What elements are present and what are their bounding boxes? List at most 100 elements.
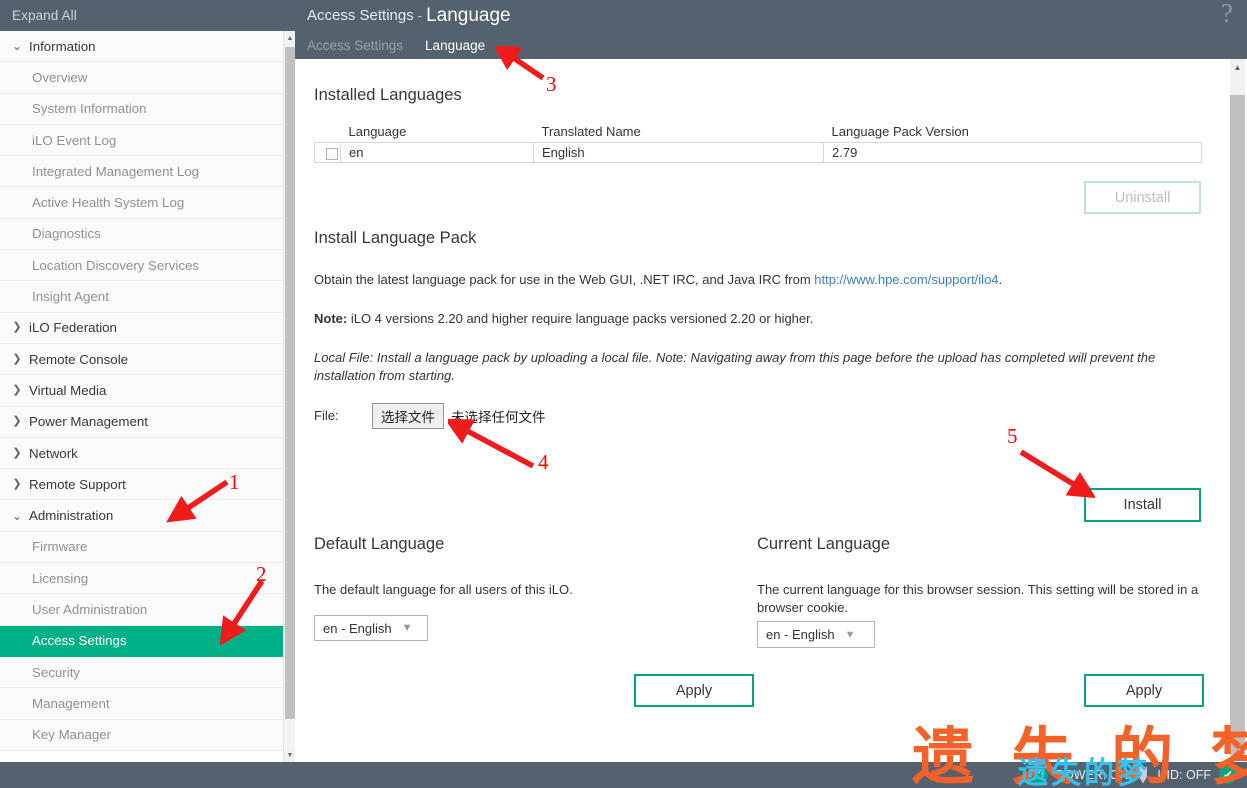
sidebar-item-label: System Information xyxy=(32,101,147,117)
content-wrapper: Installed Languages Language Translated … xyxy=(295,59,1247,762)
default-language-select-value: en - English xyxy=(323,620,392,636)
uninstall-button[interactable]: Uninstall xyxy=(1084,181,1201,214)
annotation-number-2: 2 xyxy=(256,562,267,586)
table-header-row: Language Translated Name Language Pack V… xyxy=(315,124,1202,143)
chevron-down-icon: ▼ xyxy=(844,628,856,641)
sidebar-item-power-management[interactable]: ❯ Power Management xyxy=(0,407,283,438)
sidebar-item-access-settings[interactable]: Access Settings xyxy=(0,625,283,657)
sidebar-item-location-discovery-services[interactable]: Location Discovery Services xyxy=(0,250,283,282)
content-scrollbar[interactable]: ▲ xyxy=(1228,59,1247,762)
local-file-label: Local File: xyxy=(314,350,374,365)
default-language-apply-button[interactable]: Apply xyxy=(634,674,754,707)
sidebar-item-security[interactable]: Security xyxy=(0,657,283,689)
current-language-description: The current language for this browser se… xyxy=(757,582,1199,615)
sidebar-nav-list: ⌄ Information Overview System Information iL… xyxy=(0,31,283,751)
sidebar-scrollbar[interactable]: ▲ ▼ xyxy=(283,31,296,762)
sidebar-item-integrated-management-log[interactable]: Integrated Management Log xyxy=(0,156,283,188)
sidebar-item-remote-console[interactable]: ❯ Remote Console xyxy=(0,344,283,376)
sidebar-item-label: Key Manager xyxy=(32,727,112,743)
sidebar-item-label: iLO Event Log xyxy=(32,132,117,148)
version-note: Note: iLO 4 versions 2.20 and higher req… xyxy=(314,310,1204,328)
obtain-language-pack-text: Obtain the latest language pack for use … xyxy=(314,271,1204,289)
sidebar: Expand All ⌄ Information Overview System In… xyxy=(0,0,296,762)
note-label: Note: xyxy=(314,311,348,326)
sidebar-item-active-health-system-log[interactable]: Active Health System Log xyxy=(0,187,283,219)
sidebar-item-label: Remote Support xyxy=(29,476,126,492)
content-area: Installed Languages Language Translated … xyxy=(295,59,1228,762)
sidebar-scrollbar-thumb[interactable] xyxy=(285,47,295,719)
cell-version: 2.79 xyxy=(823,142,1202,163)
tab-access-settings[interactable]: Access Settings xyxy=(307,38,403,53)
sidebar-item-insight-agent[interactable]: Insight Agent xyxy=(0,281,283,313)
hpe-support-link[interactable]: http://www.hpe.com/support/ilo4 xyxy=(814,272,998,287)
installed-languages-table: Language Translated Name Language Pack V… xyxy=(314,124,1202,163)
file-selection-status: 未选择任何文件 xyxy=(451,410,546,425)
help-icon[interactable]: ? xyxy=(1221,0,1233,29)
sidebar-item-label: Overview xyxy=(32,69,88,85)
sidebar-item-remote-support[interactable]: ❯ Remote Support xyxy=(0,469,283,501)
row-checkbox[interactable] xyxy=(325,147,338,160)
current-language-select-value: en - English xyxy=(766,627,835,642)
sidebar-item-label: Management xyxy=(32,695,110,711)
content-scrollbar-thumb[interactable] xyxy=(1230,95,1245,755)
page-title: Language xyxy=(426,4,511,26)
tab-language[interactable]: Language xyxy=(425,38,485,53)
sidebar-item-label: Network xyxy=(29,445,78,461)
column-header-translated-name: Translated Name xyxy=(541,124,641,139)
install-button[interactable]: Install xyxy=(1084,488,1201,522)
ilo-web-interface: Expand All ⌄ Information Overview System In… xyxy=(0,0,1247,788)
installed-languages-heading: Installed Languages xyxy=(314,86,462,104)
sidebar-item-diagnostics[interactable]: Diagnostics xyxy=(0,219,283,251)
chevron-right-icon: ❯ xyxy=(12,321,22,334)
install-language-pack-heading: Install Language Pack xyxy=(314,229,477,247)
sidebar-item-label: Diagnostics xyxy=(32,226,101,242)
chevron-down-icon: ⌄ xyxy=(11,39,23,54)
sidebar-item-licensing[interactable]: Licensing xyxy=(0,563,283,595)
sidebar-item-label: Location Discovery Services xyxy=(32,257,200,273)
sidebar-item-management[interactable]: Management xyxy=(0,688,283,720)
sidebar-item-label: Virtual Media xyxy=(29,382,107,398)
note-text: iLO 4 versions 2.20 and higher require l… xyxy=(347,311,814,326)
uid-led-icon[interactable] xyxy=(1139,766,1147,784)
sidebar-item-label: Integrated Management Log xyxy=(32,163,200,179)
power-icon[interactable]: ⏻ xyxy=(1030,766,1048,784)
table-row[interactable]: en English 2.79 xyxy=(314,142,1202,163)
check-circle-icon[interactable]: ✔ xyxy=(1219,766,1237,784)
current-language-apply-button[interactable]: Apply xyxy=(1084,674,1204,707)
current-language-heading: Current Language xyxy=(757,535,891,553)
column-header-language: Language xyxy=(348,124,407,139)
sidebar-item-ilo-event-log[interactable]: iLO Event Log xyxy=(0,125,283,157)
sidebar-item-label: Active Health System Log xyxy=(32,195,185,211)
sidebar-item-label: Power Management xyxy=(29,414,148,430)
row-checkbox-cell[interactable] xyxy=(314,142,341,163)
chevron-down-icon: ⌄ xyxy=(11,508,23,523)
local-file-text: Install a language pack by uploading a l… xyxy=(314,350,1156,383)
current-language-select[interactable]: en - English ▼ xyxy=(757,621,875,648)
default-language-select[interactable]: en - English ▼ xyxy=(314,615,428,641)
sidebar-item-label: Licensing xyxy=(32,570,89,586)
sidebar-item-system-information[interactable]: System Information xyxy=(0,94,283,125)
expand-all-button[interactable]: Expand All xyxy=(0,0,295,31)
sidebar-item-network[interactable]: ❯ Network xyxy=(0,438,283,470)
cell-translated-name: English xyxy=(533,142,824,163)
sidebar-item-user-administration[interactable]: User Administration xyxy=(0,594,283,626)
sidebar-item-virtual-media[interactable]: ❯ Virtual Media xyxy=(0,375,283,407)
breadcrumb-separator: - xyxy=(417,8,423,23)
sidebar-item-label: Insight Agent xyxy=(32,289,109,305)
sidebar-item-label: Firmware xyxy=(32,539,88,555)
sidebar-item-key-manager[interactable]: Key Manager xyxy=(0,720,283,751)
sidebar-item-overview[interactable]: Overview xyxy=(0,62,283,94)
cell-language: en xyxy=(340,142,534,163)
breadcrumb-parent: Access Settings xyxy=(307,7,414,24)
sidebar-item-label: Access Settings xyxy=(32,633,127,649)
choose-file-button[interactable]: 选择文件 xyxy=(372,403,444,429)
sidebar-item-ilo-federation[interactable]: ❯ iLO Federation xyxy=(0,313,283,344)
scroll-up-icon[interactable]: ▲ xyxy=(1230,59,1245,76)
sidebar-item-firmware[interactable]: Firmware xyxy=(0,532,283,564)
local-file-note: Local File: Install a language pack by u… xyxy=(314,349,1176,384)
sidebar-item-label: iLO Federation xyxy=(29,320,117,336)
sidebar-item-information[interactable]: ⌄ Information xyxy=(0,31,283,63)
chevron-down-icon: ▼ xyxy=(401,622,413,634)
chevron-right-icon: ❯ xyxy=(12,446,22,459)
sidebar-item-administration[interactable]: ⌄ Administration xyxy=(0,500,283,532)
